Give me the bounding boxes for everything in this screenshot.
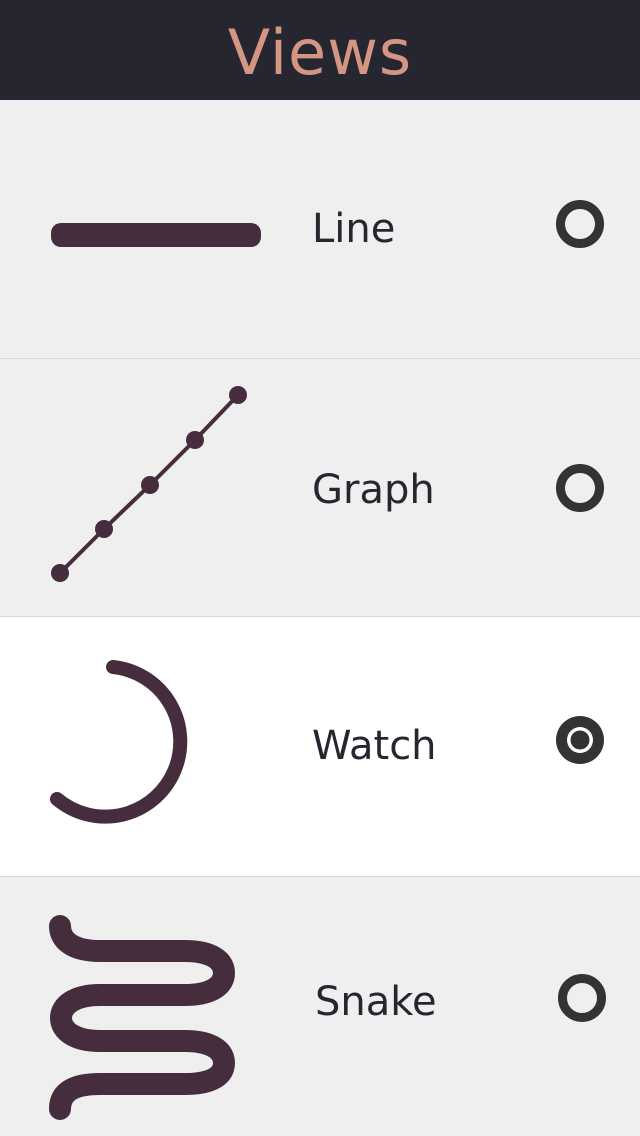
snake-icon: [49, 915, 236, 1120]
view-label: Line: [312, 206, 396, 252]
radio-selected-icon[interactable]: [556, 716, 604, 764]
radio-unselected-icon[interactable]: [556, 464, 604, 512]
view-label: Graph: [312, 467, 435, 513]
view-option-watch[interactable]: Watch: [0, 617, 640, 877]
radio-unselected-icon[interactable]: [556, 200, 604, 248]
header-bar: Views: [0, 0, 640, 100]
page-title: Views: [227, 15, 413, 89]
radio-unselected-icon[interactable]: [558, 974, 606, 1022]
view-label: Watch: [312, 723, 437, 769]
view-label: Snake: [315, 979, 437, 1025]
line-icon: [51, 223, 261, 247]
view-option-snake[interactable]: Snake: [0, 877, 640, 1136]
view-option-line[interactable]: Line: [0, 100, 640, 359]
graph-icon: [51, 386, 247, 582]
view-option-graph[interactable]: Graph: [0, 359, 640, 617]
watch-arc-icon: [50, 660, 188, 824]
